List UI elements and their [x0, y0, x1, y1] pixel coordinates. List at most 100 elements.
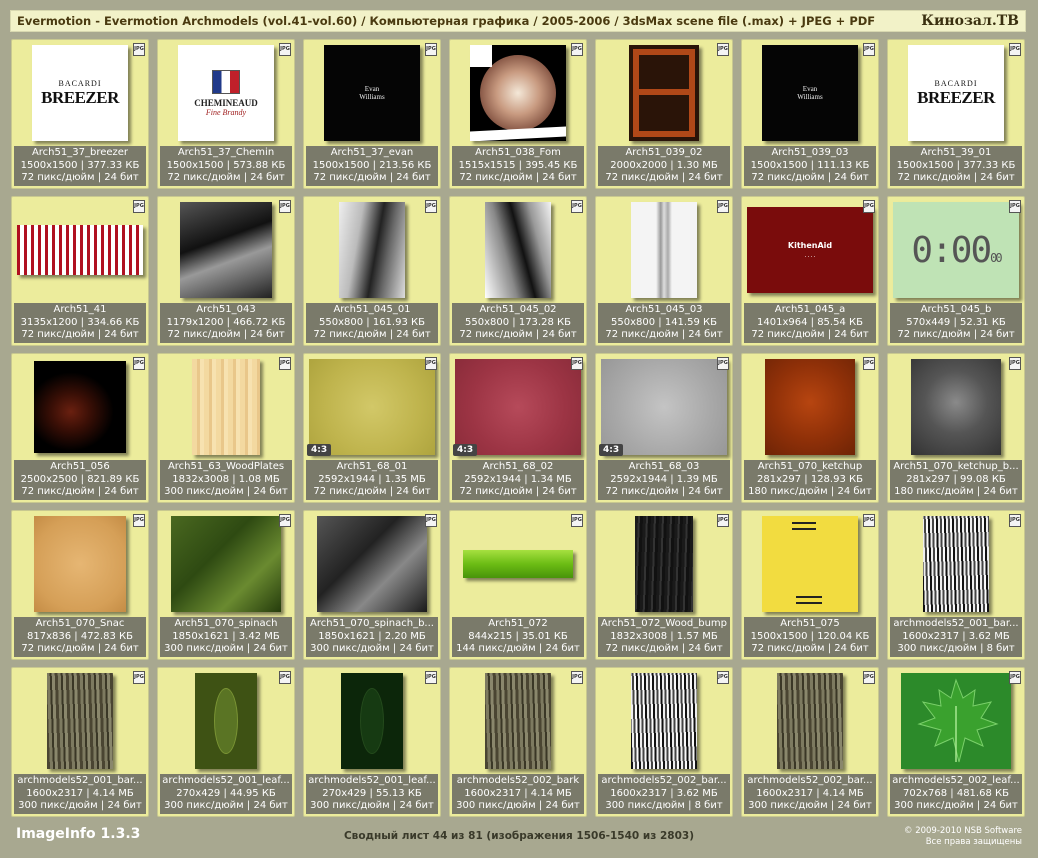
thumbnail-info: Arch51_63_WoodPlates 1832x3008 | 1.08 МБ 3… [160, 460, 292, 500]
file-name: archmodels52_001_bar... [893, 618, 1019, 629]
file-meta: 300 пикс/дюйм | 24 бит [164, 486, 288, 497]
thumbnail-tile[interactable]: JPG Arch51_039_02 2000x2000 | 1.30 МБ 72 пи… [595, 39, 733, 189]
thumbnail-info: Arch51_39_01 1500x1500 | 377.33 КБ 72 пикс… [890, 146, 1022, 186]
thumbnail-image[interactable]: KithenAid · · · · [747, 207, 873, 293]
thumbnail-tile[interactable]: JPG Arch51_070_Snac 817x836 | 472.83 КБ 72 … [11, 510, 149, 660]
jpg-file-icon: JPG [717, 514, 729, 527]
thumbnail-image[interactable] [341, 673, 403, 769]
file-dimensions: 1179x1200 | 466.72 КБ [166, 316, 286, 328]
file-meta: 72 пикс/дюйм | 24 бит [167, 172, 285, 183]
thumbnail-image[interactable]: Evan Williams [324, 45, 420, 141]
file-dimensions: 1832x3008 | 1.57 МБ [610, 630, 718, 642]
site-watermark: Кинозал.ТВ [921, 13, 1019, 29]
thumbnail-tile[interactable]: JPG Arch51_070_ketchup_b... 281x297 | 99.0… [887, 353, 1025, 503]
thumbnail-image[interactable] [911, 359, 1001, 455]
thumbnail-tile[interactable]: JPG archmodels52_002_bar... 1600x2317 | 4.… [741, 667, 879, 817]
thumbnail-tile[interactable]: JPG Arch51_070_spinach 1850x1621 | 3.42 МБ… [157, 510, 295, 660]
jpg-file-icon: JPG [863, 357, 875, 370]
thumbnail-image[interactable] [455, 359, 581, 455]
thumbnail-image[interactable] [629, 45, 699, 141]
thumbnail-image[interactable] [17, 225, 143, 275]
thumbnail-image[interactable] [317, 516, 427, 612]
file-meta: 72 пикс/дюйм | 24 бит [21, 643, 139, 654]
thumbnail-tile[interactable]: JPG Arch51_043 1179x1200 | 466.72 КБ 72 пик… [157, 196, 295, 346]
file-dimensions: 1850x1621 | 2.20 МБ [318, 630, 426, 642]
thumbnail-image[interactable] [180, 202, 272, 298]
file-meta: 180 пикс/дюйм | 24 бит [748, 486, 872, 497]
jpg-file-icon: JPG [425, 671, 437, 684]
jpg-file-icon: JPG [425, 357, 437, 370]
thumbnail-image[interactable] [777, 673, 843, 769]
file-meta: 300 пикс/дюйм | 24 бит [456, 800, 580, 811]
file-dimensions: 570x449 | 52.31 КБ [906, 316, 1006, 328]
thumbnail-image[interactable]: 0:0000 [893, 202, 1019, 298]
thumbnail-tile[interactable]: JPG archmodels52_002_bark 1600x2317 | 4.14… [449, 667, 587, 817]
thumbnail-tile[interactable]: JPG 4:3 Arch51_68_02 2592x1944 | 1.34 МБ 72 … [449, 353, 587, 503]
file-meta: 72 пикс/дюйм | 24 бит [751, 172, 869, 183]
thumbnail-tile[interactable]: JPG Arch51_045_01 550x800 | 161.93 КБ 72 пи… [303, 196, 441, 346]
thumbnail-tile[interactable]: JPG Arch51_072 844x215 | 35.01 КБ 144 пикс/… [449, 510, 587, 660]
thumbnail-image[interactable] [192, 359, 260, 455]
brand-name: BREEZER [41, 87, 119, 107]
thumbnail-image[interactable] [463, 550, 573, 578]
jpg-file-icon: JPG [133, 357, 145, 370]
file-meta: 144 пикс/дюйм | 24 бит [456, 643, 580, 654]
file-dimensions: 281x297 | 128.93 КБ [757, 473, 863, 485]
thumbnail-image[interactable] [470, 45, 566, 141]
thumbnail-tile[interactable]: JPG archmodels52_002_bar... 1600x2317 | 3.… [595, 667, 733, 817]
thumbnail-image[interactable]: BACARDI BREEZER [908, 45, 1004, 141]
thumbnail-image[interactable] [923, 516, 989, 612]
thumbnail-tile[interactable]: JPG Arch51_075 1500x1500 | 120.04 КБ 72 пик… [741, 510, 879, 660]
thumbnail-image[interactable] [762, 516, 858, 612]
thumbnail-tile[interactable]: Evan Williams JPG Arch51_37_evan 1500x1500 |… [303, 39, 441, 189]
thumbnail-tile[interactable]: JPG Arch51_63_WoodPlates 1832x3008 | 1.08 … [157, 353, 295, 503]
file-name: Arch51_045_01 [333, 304, 411, 315]
thumbnail-image[interactable] [34, 516, 126, 612]
thumbnail-image[interactable] [901, 673, 1011, 769]
thumbnail-image[interactable] [309, 359, 435, 455]
thumbnail-tile[interactable]: Evan Williams JPG Arch51_039_03 1500x1500 | … [741, 39, 879, 189]
thumbnail-tile[interactable]: 0:0000 JPG Arch51_045_b 570x449 | 52.31 КБ 7… [887, 196, 1025, 346]
file-meta: 72 пикс/дюйм | 24 бит [21, 486, 139, 497]
thumbnail-image[interactable] [485, 673, 551, 769]
thumbnail-image[interactable] [631, 673, 697, 769]
thumbnail-tile[interactable]: JPG Arch51_056 2500x2500 | 821.89 КБ 72 пик… [11, 353, 149, 503]
thumbnail-image[interactable] [601, 359, 727, 455]
thumbnail-tile[interactable]: JPG Arch51_045_03 550x800 | 141.59 КБ 72 пи… [595, 196, 733, 346]
thumbnail-info: Arch51_41 3135x1200 | 334.66 КБ 72 пикс/дю… [14, 303, 146, 343]
file-dimensions: 2592x1944 | 1.34 МБ [464, 473, 572, 485]
thumbnail-tile[interactable]: BACARDI BREEZER JPG Arch51_37_breezer 1500x1… [11, 39, 149, 189]
thumbnail-tile[interactable]: KithenAid · · · · JPG Arch51_045_a 1401x964 … [741, 196, 879, 346]
thumbnail-tile[interactable]: JPG archmodels52_001_bar... 1600x2317 | 4.… [11, 667, 149, 817]
thumbnail-image[interactable] [34, 361, 126, 453]
thumbnail-image[interactable] [195, 673, 257, 769]
thumbnail-tile[interactable]: JPG Arch51_038_Fom 1515x1515 | 395.45 КБ 72… [449, 39, 587, 189]
thumbnail-image[interactable] [635, 516, 693, 612]
thumbnail-tile[interactable]: CHEMINEAUD Fine Brandy JPG Arch51_37_Chemin… [157, 39, 295, 189]
thumbnail-tile[interactable]: JPG archmodels52_001_leaf... 270x429 | 55.… [303, 667, 441, 817]
file-dimensions: 1600x2317 | 4.14 МБ [756, 787, 864, 799]
file-name: archmodels52_001_bar... [17, 775, 143, 786]
thumbnail-tile[interactable]: JPG Arch51_070_ketchup 281x297 | 128.93 КБ… [741, 353, 879, 503]
thumbnail-image[interactable] [485, 202, 551, 298]
jpg-file-icon: JPG [279, 43, 291, 56]
thumbnail-tile[interactable]: JPG Arch51_070_spinach_b... 1850x1621 | 2.… [303, 510, 441, 660]
thumbnail-image[interactable] [171, 516, 281, 612]
thumbnail-tile[interactable]: JPG archmodels52_001_bar... 1600x2317 | 3.… [887, 510, 1025, 660]
thumbnail-tile[interactable]: JPG Arch51_41 3135x1200 | 334.66 КБ 72 пикс… [11, 196, 149, 346]
thumbnail-image[interactable]: CHEMINEAUD Fine Brandy [178, 45, 274, 141]
thumbnail-image[interactable] [47, 673, 113, 769]
thumbnail-tile[interactable]: JPG 4:3 Arch51_68_03 2592x1944 | 1.39 МБ 72 … [595, 353, 733, 503]
thumbnail-tile[interactable]: JPG archmodels52_001_leaf... 270x429 | 44.… [157, 667, 295, 817]
thumbnail-image[interactable] [339, 202, 405, 298]
thumbnail-tile[interactable]: JPG archmodels52_002_leaf... 702x768 | 481… [887, 667, 1025, 817]
thumbnail-image[interactable] [765, 359, 855, 455]
thumbnail-image[interactable]: BACARDI BREEZER [32, 45, 128, 141]
thumbnail-image[interactable]: Evan Williams [762, 45, 858, 141]
thumbnail-tile[interactable]: BACARDI BREEZER JPG Arch51_39_01 1500x1500 |… [887, 39, 1025, 189]
copyright-line: © 2009-2010 NSB Software [904, 826, 1022, 836]
thumbnail-tile[interactable]: JPG Arch51_072_Wood_bump 1832x3008 | 1.57 … [595, 510, 733, 660]
thumbnail-image[interactable] [631, 202, 697, 298]
thumbnail-tile[interactable]: JPG 4:3 Arch51_68_01 2592x1944 | 1.35 МБ 72 … [303, 353, 441, 503]
thumbnail-tile[interactable]: JPG Arch51_045_02 550x800 | 173.28 КБ 72 пи… [449, 196, 587, 346]
